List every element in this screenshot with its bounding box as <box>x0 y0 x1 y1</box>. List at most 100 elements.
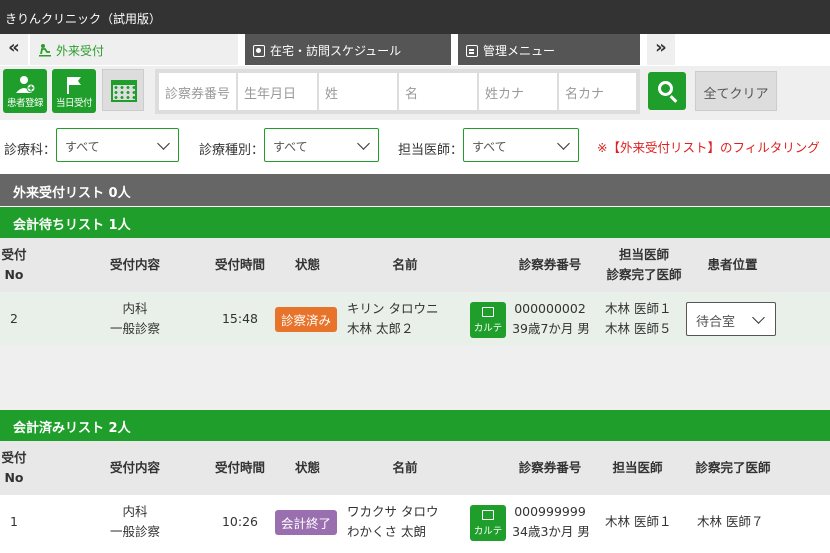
monitor-icon <box>482 510 494 520</box>
waiting-table-header: 受付 No 受付内容 受付時間 状態 名前 診察券番号 担当医師 診察完了医師 … <box>0 238 830 292</box>
camera-icon <box>253 45 265 57</box>
row-kind: 一般診察 <box>109 524 160 539</box>
col-status: 状態 <box>294 257 320 272</box>
empty-area <box>0 346 830 410</box>
doctor-filter-label: 担当医師： <box>398 143 464 158</box>
tab-bar: « 外来受付 在宅・訪問スケジュール 管理メニュー » <box>0 34 830 66</box>
col-doctor: 担当医師 診察完了医師 <box>598 245 690 285</box>
outpatient-list-header[interactable]: 外来受付リスト 0人 <box>0 174 830 206</box>
tab-home-schedule[interactable]: 在宅・訪問スケジュール <box>245 34 451 65</box>
tab-home-schedule-label: 在宅・訪問スケジュール <box>270 44 402 58</box>
chevron-down-icon <box>357 137 370 150</box>
col-doctor: 担当医師 <box>612 460 663 475</box>
tab-outpatient-label: 外来受付 <box>56 44 105 58</box>
tab-admin-menu-label: 管理メニュー <box>483 44 556 58</box>
row-age-sex: 34歳3か月 男 <box>512 524 590 539</box>
row-kind: 一般診察 <box>109 321 160 336</box>
col-position: 患者位置 <box>707 257 758 272</box>
tab-back-button[interactable]: « <box>0 34 28 65</box>
tab-admin-menu[interactable]: 管理メニュー <box>458 34 640 65</box>
row-content: 内科 一般診察 <box>95 299 175 339</box>
dept-filter-select[interactable]: すべて <box>56 128 179 162</box>
type-filter-select[interactable]: すべて <box>264 128 379 162</box>
col-no: 受付 No <box>0 245 28 285</box>
row-card-no: 000000002 <box>514 301 586 316</box>
col-time: 受付時間 <box>214 257 265 272</box>
row-card: 000000002 39歳7か月 男 <box>510 299 590 339</box>
col-doctor-line1: 担当医師 <box>618 247 669 262</box>
calendar-button[interactable] <box>102 69 144 111</box>
register-patient-button[interactable]: 患者登録 <box>3 69 47 113</box>
row-name: ワカクサ タロウ わかくさ 太朗 <box>347 502 438 542</box>
patient-position-select[interactable]: 待合室 <box>686 302 776 336</box>
waiting-list-header[interactable]: 会計待ちリスト 1人 <box>0 207 830 238</box>
col-time: 受付時間 <box>214 460 265 475</box>
flag-icon <box>67 77 81 94</box>
paid-list-header[interactable]: 会計済みリスト 2人 <box>0 410 830 441</box>
chevron-down-icon <box>752 311 765 324</box>
search-icon <box>658 81 673 96</box>
today-reception-label: 当日受付 <box>55 98 93 109</box>
status-badge: 診察済み <box>275 307 338 332</box>
chevron-down-icon <box>557 137 570 150</box>
row-dept: 内科 <box>122 301 148 316</box>
doctor-filter-select[interactable]: すべて <box>463 128 579 162</box>
col-no-line1: 受付 <box>1 247 27 262</box>
register-patient-label: 患者登録 <box>6 98 44 109</box>
calendar-icon <box>111 80 137 102</box>
row-card: 000999999 34歳3か月 男 <box>510 502 590 542</box>
row-doctor: 木林 医師１ <box>605 514 672 529</box>
row-dept: 内科 <box>122 504 148 519</box>
karte-label: カルテ <box>473 323 503 334</box>
table-row[interactable]: 1 内科 一般診察 10:26 会計終了 ワカクサ タロウ わかくさ 太朗 カル… <box>0 495 830 549</box>
table-row[interactable]: 2 内科 一般診察 15:48 診察済み キリン タロウニ 木林 太郎２ カルテ… <box>0 292 830 346</box>
row-card-no: 000999999 <box>514 504 586 519</box>
row-name: キリン タロウニ 木林 太郎２ <box>347 299 438 339</box>
type-filter-label: 診療種別： <box>199 143 265 158</box>
karte-button[interactable]: カルテ <box>470 505 506 541</box>
col-content: 受付内容 <box>109 460 160 475</box>
last-name-input[interactable]: 姓 <box>319 73 398 110</box>
row-doctor: 木林 医師１ <box>605 301 672 316</box>
card-number-input[interactable]: 診察券番号 <box>159 73 237 110</box>
toolbar: 患者登録 当日受付 診察券番号 生年月日 姓 名 姓カナ 名カナ 全てクリア <box>0 66 830 120</box>
search-bar: 診察券番号 生年月日 姓 名 姓カナ 名カナ <box>155 69 640 114</box>
add-user-icon <box>16 76 36 93</box>
first-name-input[interactable]: 名 <box>399 73 478 110</box>
last-kana-input[interactable]: 姓カナ <box>479 73 558 110</box>
dept-filter-value: すべて <box>65 140 100 154</box>
filter-bar: 診療科： すべて 診療種別： すべて 担当医師： すべて ※【外来受付リスト】の… <box>0 120 830 174</box>
row-no: 1 <box>10 514 18 529</box>
col-name: 名前 <box>392 257 418 272</box>
col-done-doctor: 診察完了医師 <box>695 460 771 475</box>
col-no-line2: No <box>4 267 24 282</box>
search-button[interactable] <box>648 72 686 110</box>
karte-button[interactable]: カルテ <box>470 302 506 338</box>
row-done-doctor: 木林 医師５ <box>605 321 672 336</box>
row-doctors: 木林 医師１ 木林 医師５ <box>605 299 671 339</box>
row-done-doctor: 木林 医師７ <box>697 514 764 529</box>
col-no-line1: 受付 <box>1 450 27 465</box>
row-name-kana: ワカクサ タロウ <box>347 504 439 519</box>
reception-icon <box>39 44 51 57</box>
filter-note: ※【外来受付リスト】のフィルタリング <box>597 140 820 155</box>
app-title: きりんクリニック（試用版） <box>0 0 830 34</box>
status-badge: 会計終了 <box>275 510 338 535</box>
row-no: 2 <box>10 311 18 326</box>
col-content: 受付内容 <box>109 257 160 272</box>
first-kana-input[interactable]: 名カナ <box>559 73 637 110</box>
karte-label: カルテ <box>473 526 503 537</box>
row-age-sex: 39歳7か月 男 <box>512 321 590 336</box>
row-time: 10:26 <box>221 514 259 529</box>
col-doctor-line2: 診察完了医師 <box>606 267 682 282</box>
col-no-line2: No <box>4 470 24 485</box>
patient-position-value: 待合室 <box>696 315 736 330</box>
tab-outpatient[interactable]: 外来受付 <box>30 34 238 65</box>
chevron-down-icon <box>157 137 170 150</box>
col-no: 受付 No <box>0 448 28 488</box>
tab-forward-button[interactable]: » <box>647 34 675 65</box>
birthdate-input[interactable]: 生年月日 <box>238 73 318 110</box>
today-reception-button[interactable]: 当日受付 <box>52 69 96 113</box>
row-name-kana: キリン タロウニ <box>347 301 439 316</box>
clear-all-button[interactable]: 全てクリア <box>695 71 777 111</box>
